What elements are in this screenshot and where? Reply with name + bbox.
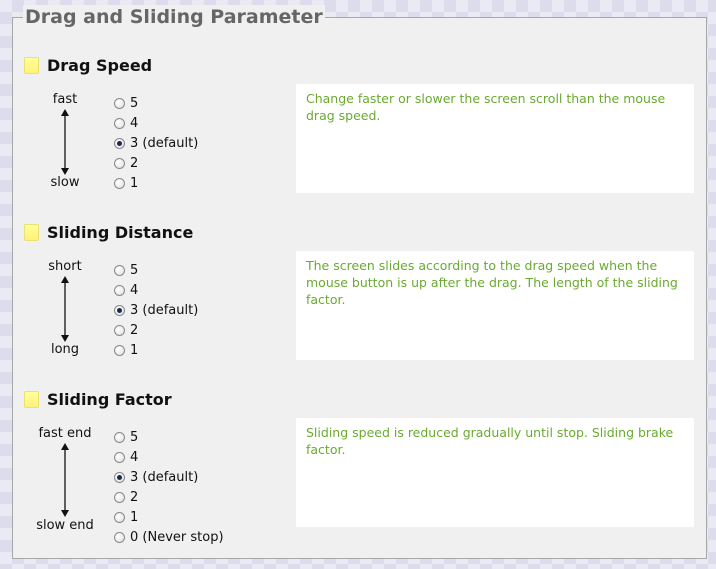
section-title: Sliding Distance <box>47 222 194 242</box>
radio-button[interactable] <box>114 491 125 503</box>
radio-label: 3 (default) <box>130 135 199 151</box>
description-box: Sliding speed is reduced gradually until… <box>296 418 694 527</box>
radio-button[interactable] <box>114 511 125 523</box>
double-arrow-icon <box>61 109 69 175</box>
radio-button[interactable] <box>114 531 125 543</box>
radio-button[interactable] <box>114 264 125 276</box>
section-title: Sliding Factor <box>47 389 172 409</box>
radio-button[interactable] <box>114 451 125 463</box>
section-header: Sliding Factor <box>24 389 172 409</box>
radio-label: 5 <box>130 262 139 278</box>
radio-button[interactable] <box>114 324 125 336</box>
radio-option[interactable]: 3 (default) <box>114 467 224 487</box>
fieldset-legend: Drag and Sliding Parameter <box>23 5 325 29</box>
radio-label: 2 <box>130 489 139 505</box>
section-title: Drag Speed <box>47 55 153 75</box>
radio-label: 5 <box>130 429 139 445</box>
radio-label: 4 <box>130 282 139 298</box>
scale-axis: short long <box>29 259 101 359</box>
folder-icon <box>24 390 39 408</box>
double-arrow-icon <box>61 443 69 517</box>
description-box: Change faster or slower the screen scrol… <box>296 84 694 193</box>
radio-button[interactable] <box>114 157 125 169</box>
radio-label: 0 (Never stop) <box>130 529 224 545</box>
radio-option[interactable]: 2 <box>114 153 198 173</box>
radio-label: 1 <box>130 175 139 191</box>
radio-group: 5 4 3 (default) 2 1 <box>114 93 198 193</box>
axis-bottom-label: slow <box>50 175 80 190</box>
radio-label: 1 <box>130 509 139 525</box>
drag-sliding-fieldset: Drag and Sliding Parameter Drag Speed fa… <box>12 5 707 559</box>
description-box: The screen slides according to the drag … <box>296 251 694 360</box>
radio-option[interactable]: 1 <box>114 173 198 193</box>
radio-group: 5 4 3 (default) 2 1 <box>114 260 198 360</box>
radio-group: 5 4 3 (default) 2 1 0 (Never stop) <box>114 427 224 547</box>
radio-label: 3 (default) <box>130 469 199 485</box>
radio-button[interactable] <box>114 117 125 129</box>
axis-top-label: fast end <box>38 426 92 441</box>
radio-button[interactable] <box>114 97 125 109</box>
radio-label: 5 <box>130 95 139 111</box>
radio-option[interactable]: 4 <box>114 280 198 300</box>
radio-button[interactable] <box>114 431 125 443</box>
radio-option[interactable]: 4 <box>114 447 224 467</box>
section-header: Sliding Distance <box>24 222 193 242</box>
scale-axis: fast slow <box>29 92 101 192</box>
radio-option[interactable]: 2 <box>114 487 224 507</box>
radio-label: 4 <box>130 449 139 465</box>
radio-option[interactable]: 3 (default) <box>114 300 198 320</box>
radio-option[interactable]: 2 <box>114 320 198 340</box>
radio-button[interactable] <box>114 284 125 296</box>
radio-button[interactable] <box>114 471 125 483</box>
radio-option[interactable]: 4 <box>114 113 198 133</box>
folder-icon <box>24 223 39 241</box>
radio-button[interactable] <box>114 177 125 189</box>
axis-top-label: short <box>48 259 82 274</box>
scale-axis: fast end slow end <box>29 426 101 546</box>
axis-bottom-label: long <box>50 342 80 357</box>
section-header: Drag Speed <box>24 55 152 75</box>
radio-option[interactable]: 5 <box>114 427 224 447</box>
radio-option[interactable]: 5 <box>114 93 198 113</box>
radio-button[interactable] <box>114 344 125 356</box>
radio-label: 3 (default) <box>130 302 199 318</box>
radio-option[interactable]: 5 <box>114 260 198 280</box>
radio-label: 4 <box>130 115 139 131</box>
radio-label: 2 <box>130 322 139 338</box>
radio-option[interactable]: 0 (Never stop) <box>114 527 224 547</box>
radio-option[interactable]: 1 <box>114 340 198 360</box>
radio-option[interactable]: 1 <box>114 507 224 527</box>
folder-icon <box>24 56 39 74</box>
radio-label: 1 <box>130 342 139 358</box>
radio-button[interactable] <box>114 137 125 149</box>
double-arrow-icon <box>61 276 69 342</box>
axis-bottom-label: slow end <box>36 518 94 533</box>
radio-button[interactable] <box>114 304 125 316</box>
axis-top-label: fast <box>52 92 78 107</box>
radio-option[interactable]: 3 (default) <box>114 133 198 153</box>
radio-label: 2 <box>130 155 139 171</box>
